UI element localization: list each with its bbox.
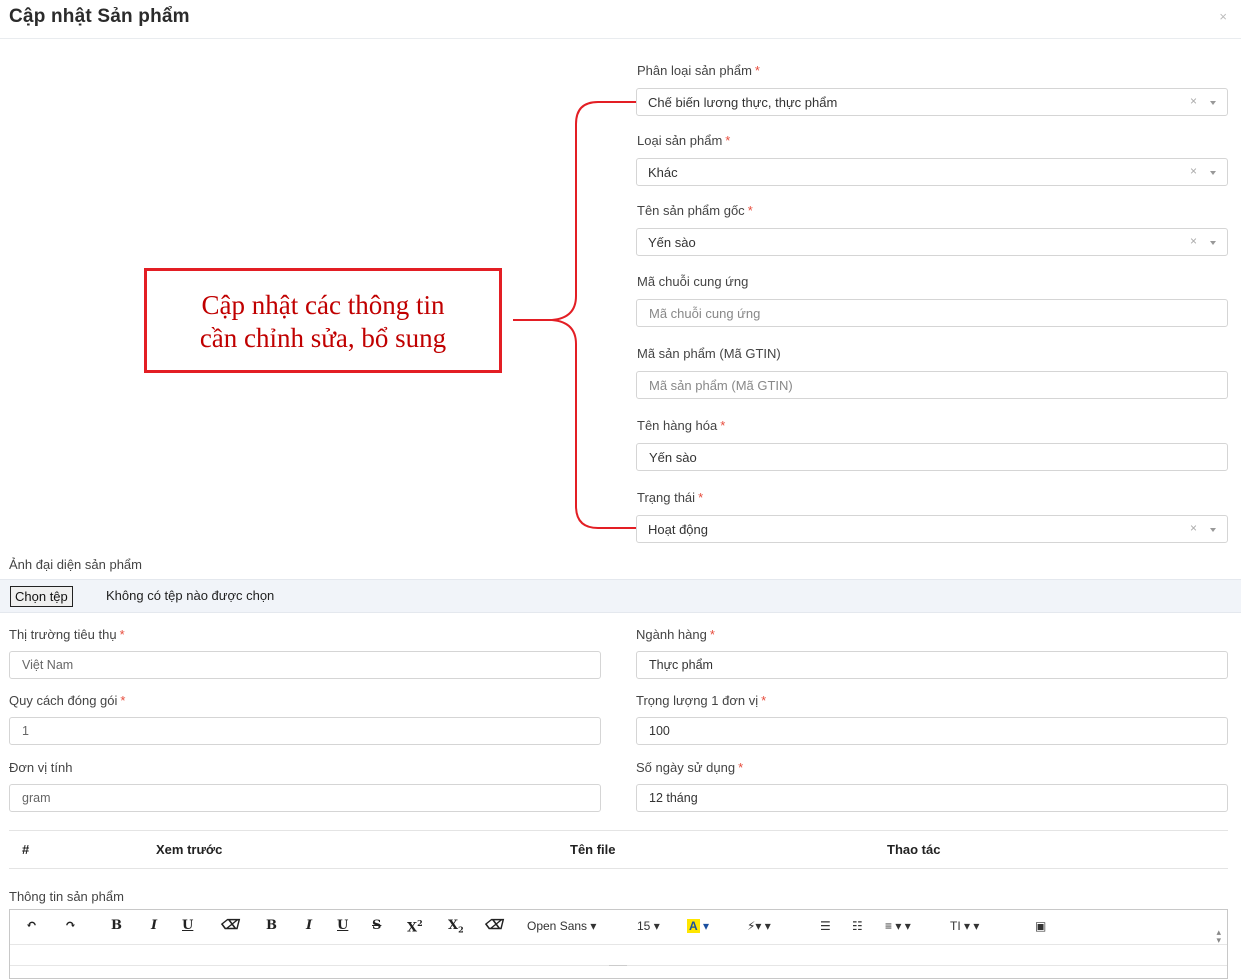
eraser-icon[interactable]: ⌫ — [220, 918, 238, 933]
packing-input[interactable]: 1 — [9, 717, 601, 745]
clear-icon[interactable]: × — [1190, 94, 1197, 108]
type-label: Loại sản phẩm * — [637, 133, 731, 148]
text-size-icon[interactable]: TI ▾ ▾ — [950, 919, 979, 933]
clear-icon[interactable]: × — [1190, 164, 1197, 178]
unit-label: Đơn vị tính — [9, 760, 73, 775]
packing-label: Quy cách đóng gói * — [9, 693, 126, 708]
type-value: Khác — [648, 165, 678, 180]
gtin-input[interactable]: Mã sản phẩm (Mã GTIN) — [636, 371, 1228, 399]
chevron-down-icon[interactable] — [1210, 528, 1216, 532]
market-label: Thị trường tiêu thụ * — [9, 627, 125, 642]
annotation-line-2: cần chỉnh sửa, bổ sung — [199, 323, 447, 353]
strikethrough-icon[interactable]: S — [372, 918, 381, 933]
no-file-text: Không có tệp nào được chọn — [106, 588, 275, 603]
bold-icon[interactable]: B — [266, 918, 277, 933]
italic-icon[interactable]: I — [151, 918, 157, 933]
editor-content[interactable] — [10, 945, 1227, 966]
category-select[interactable]: Chế biến lương thực, thực phẩm × — [636, 88, 1228, 116]
status-value: Hoạt động — [648, 522, 708, 537]
clear-icon[interactable]: × — [1190, 521, 1197, 535]
col-filename: Tên file — [570, 842, 616, 857]
annotation-bracket — [513, 101, 636, 529]
industry-label: Ngành hàng * — [636, 627, 715, 642]
origin-name-select[interactable]: Yến sào × — [636, 228, 1228, 256]
category-label: Phân loại sản phẩm * — [637, 63, 760, 78]
origin-name-value: Yến sào — [648, 235, 696, 250]
chevron-down-icon[interactable] — [1210, 101, 1216, 105]
file-table-header: # Xem trước Tên file Thao tác — [9, 830, 1228, 869]
category-value: Chế biến lương thực, thực phẩm — [648, 95, 838, 110]
underline-icon[interactable]: U — [337, 918, 348, 933]
supply-chain-label: Mã chuỗi cung ứng — [637, 274, 749, 289]
col-preview: Xem trước — [156, 842, 223, 857]
ordered-list-icon[interactable]: ☷ — [852, 919, 863, 933]
product-info-label: Thông tin sản phẩm — [9, 889, 124, 904]
font-size-select[interactable]: 15 ▾ — [637, 919, 660, 933]
superscript-icon[interactable]: X2 — [407, 918, 423, 935]
annotation-box: Cập nhật các thông tin cần chỉnh sửa, bổ… — [144, 268, 502, 373]
clear-icon[interactable]: × — [1190, 234, 1197, 248]
resize-handle[interactable] — [609, 965, 627, 966]
annotation-line-1: Cập nhật các thông tin — [201, 290, 445, 320]
magic-wand-icon[interactable]: ⚡▾ ▾ — [747, 919, 771, 933]
eraser-icon[interactable]: ⌫ — [484, 918, 502, 933]
font-family-select[interactable]: Open Sans ▾ — [527, 919, 596, 933]
chevron-down-icon[interactable] — [1210, 171, 1216, 175]
file-input-bar: Chọn tệp Không có tệp nào được chọn — [0, 579, 1241, 613]
bold-icon[interactable]: B — [111, 918, 122, 933]
col-actions: Thao tác — [887, 842, 941, 857]
align-icon[interactable]: ≡ ▾ ▾ — [885, 919, 911, 933]
editor-toolbar: ↶ ↷ B I U ⌫ B I U S X2 X2 ⌫ Open Sans ▾ … — [10, 910, 1227, 945]
unit-input[interactable]: gram — [9, 784, 601, 812]
choose-file-button[interactable]: Chọn tệp — [10, 586, 73, 607]
unordered-list-icon[interactable]: ☰ — [820, 919, 831, 933]
modal-header: Cập nhật Sản phẩm × — [0, 0, 1241, 39]
status-label: Trạng thái * — [637, 490, 704, 505]
industry-input[interactable]: Thực phẩm — [636, 651, 1228, 679]
italic-icon[interactable]: I — [306, 918, 312, 933]
redo-icon[interactable]: ↷ — [65, 918, 76, 933]
avatar-label: Ảnh đại diện sản phẩm — [9, 557, 142, 572]
supply-chain-input[interactable]: Mã chuỗi cung ứng — [636, 299, 1228, 327]
status-select[interactable]: Hoạt động × — [636, 515, 1228, 543]
origin-name-label: Tên sản phẩm gốc * — [637, 203, 753, 218]
close-icon[interactable]: × — [1219, 9, 1227, 24]
chevron-down-icon[interactable] — [1210, 241, 1216, 245]
spinner-icon[interactable]: ▴ ▾ — [1216, 928, 1221, 945]
market-input[interactable]: Việt Nam — [9, 651, 601, 679]
subscript-icon[interactable]: X2 — [448, 918, 464, 935]
underline-icon[interactable]: U — [182, 918, 193, 933]
image-icon[interactable]: ▣ — [1035, 919, 1046, 933]
rich-text-editor: ↶ ↷ B I U ⌫ B I U S X2 X2 ⌫ Open Sans ▾ … — [9, 909, 1228, 979]
modal-title: Cập nhật Sản phẩm — [9, 6, 190, 27]
shelf-life-label: Số ngày sử dụng * — [636, 760, 744, 775]
gtin-label: Mã sản phẩm (Mã GTIN) — [637, 346, 781, 361]
weight-input[interactable]: 100 — [636, 717, 1228, 745]
highlight-color-button[interactable]: A ▾ — [687, 919, 709, 933]
col-index: # — [22, 842, 30, 857]
goods-name-label: Tên hàng hóa * — [637, 418, 726, 433]
undo-icon[interactable]: ↶ — [26, 918, 37, 933]
goods-name-input[interactable]: Yến sào — [636, 443, 1228, 471]
weight-label: Trọng lượng 1 đơn vị * — [636, 693, 767, 708]
type-select[interactable]: Khác × — [636, 158, 1228, 186]
shelf-life-input[interactable]: 12 tháng — [636, 784, 1228, 812]
